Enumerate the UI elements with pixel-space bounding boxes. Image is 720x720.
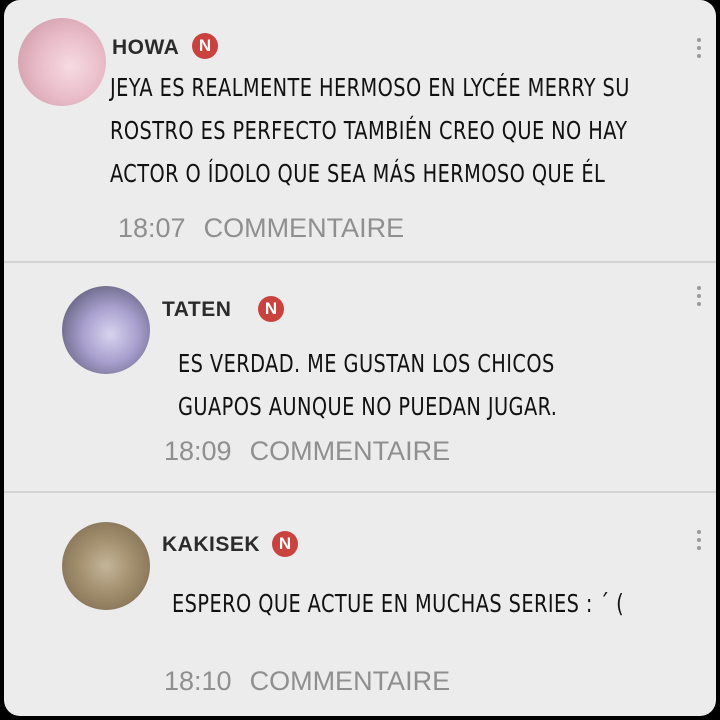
comment-meta: 18:10 COMMENTAIRE [164, 666, 450, 697]
timestamp: 18:07 [118, 213, 186, 243]
comment-item: HOWA N JEYA ES REALMENTE HERMOSO EN LYCÉ… [4, 0, 716, 262]
new-badge: N [272, 531, 298, 557]
more-options-icon[interactable] [697, 286, 701, 308]
comment-meta: 18:09 COMMENTAIRE [164, 436, 450, 467]
new-badge: N [192, 33, 218, 59]
timestamp: 18:10 [164, 666, 232, 696]
timestamp: 18:09 [164, 436, 232, 466]
divider [4, 261, 716, 263]
comment-text-line: ROSTRO ES PERFECTO TAMBIÉN CREO QUE NO H… [110, 116, 628, 145]
comment-thread: HOWA N JEYA ES REALMENTE HERMOSO EN LYCÉ… [4, 0, 716, 716]
reply-button[interactable]: COMMENTAIRE [204, 213, 405, 243]
new-badge: N [258, 296, 284, 322]
more-options-icon[interactable] [697, 38, 701, 60]
comment-text: ESPERO QUE ACTUE EN MUCHAS SERIES : ´ ( [172, 582, 624, 625]
divider [4, 491, 716, 493]
reply-button[interactable]: COMMENTAIRE [250, 436, 451, 466]
comment-text-line: ES VERDAD. ME GUSTAN LOS CHICOS [178, 349, 555, 378]
more-options-icon[interactable] [697, 530, 701, 552]
avatar[interactable] [62, 522, 150, 610]
username[interactable]: HOWA [112, 36, 179, 60]
comment-text: JEYA ES REALMENTE HERMOSO EN LYCÉE MERRY… [110, 66, 630, 195]
comment-text-line: JEYA ES REALMENTE HERMOSO EN LYCÉE MERRY… [110, 73, 630, 102]
comment-text-line: ESPERO QUE ACTUE EN MUCHAS SERIES : ´ ( [172, 589, 625, 618]
comment-meta: 18:07 COMMENTAIRE [118, 213, 404, 244]
avatar[interactable] [62, 286, 150, 374]
username[interactable]: KAKISEK [162, 533, 260, 557]
reply-button[interactable]: COMMENTAIRE [250, 666, 451, 696]
avatar[interactable] [18, 18, 106, 106]
comment-text: ES VERDAD. ME GUSTAN LOS CHICOS GUAPOS A… [178, 342, 557, 428]
comment-text-line: ACTOR O ÍDOLO QUE SEA MÁS HERMOSO QUE ÉL [110, 159, 606, 188]
username[interactable]: TATEN [162, 298, 231, 322]
comment-text-line: GUAPOS AUNQUE NO PUEDAN JUGAR. [178, 392, 558, 421]
